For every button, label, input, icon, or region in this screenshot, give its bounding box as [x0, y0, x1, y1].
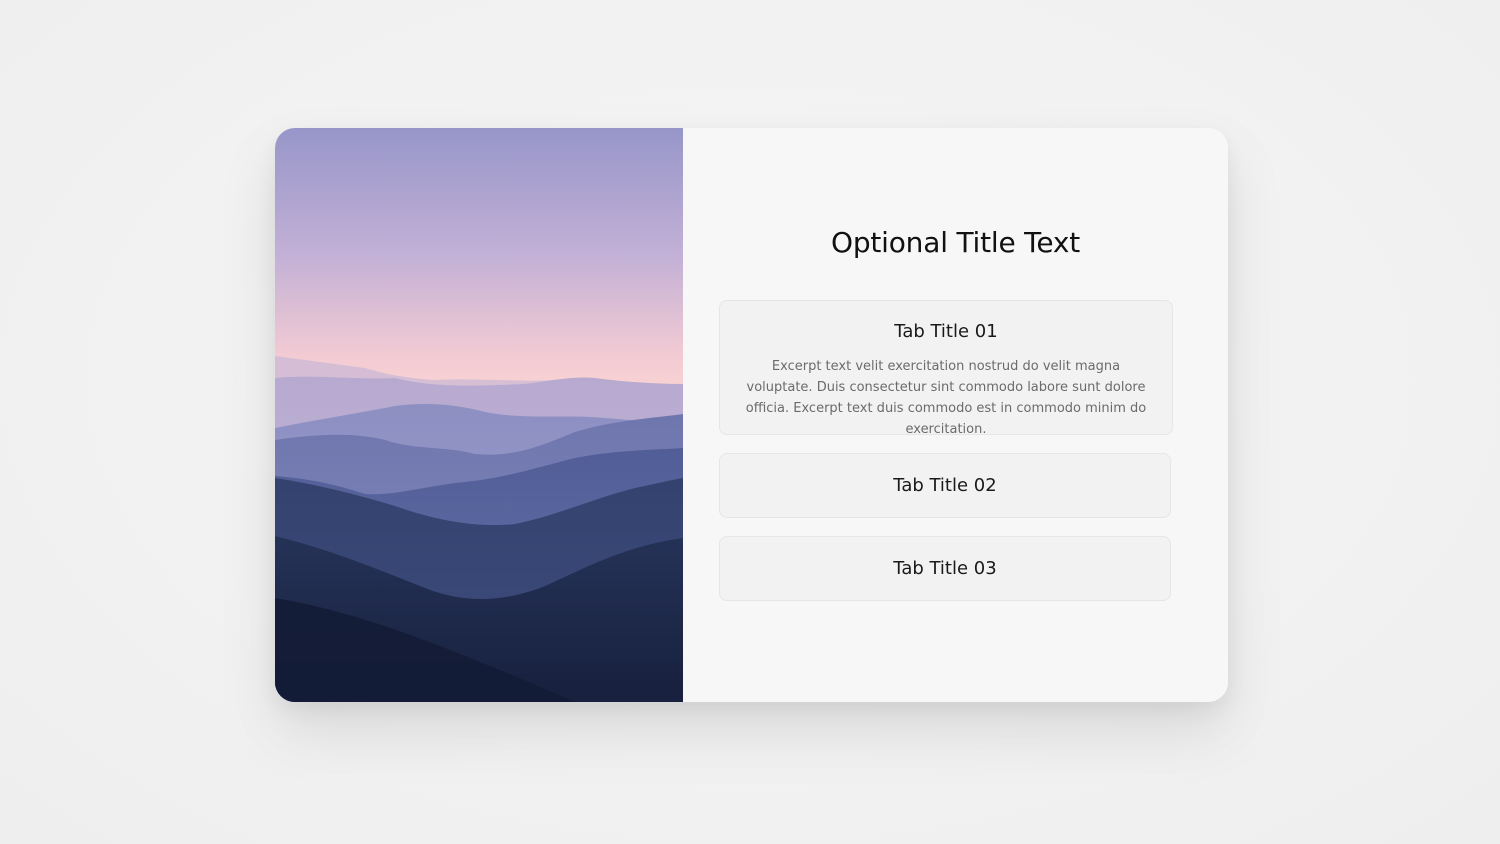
tabs-card: Optional Title Text Tab Title 01 Excerpt… [275, 128, 1228, 702]
tab-title: Tab Title 02 [893, 475, 997, 496]
content-pane: Optional Title Text Tab Title 01 Excerpt… [683, 128, 1228, 702]
hero-image [275, 128, 683, 702]
tab-02[interactable]: Tab Title 02 [719, 453, 1171, 518]
tab-01[interactable]: Tab Title 01 Excerpt text velit exercita… [719, 300, 1173, 437]
tab-title: Tab Title 03 [893, 558, 997, 579]
page-title: Optional Title Text [830, 226, 1081, 259]
tab-list: Tab Title 01 Excerpt text velit exercita… [719, 300, 1173, 601]
tab-title: Tab Title 01 [894, 321, 998, 342]
tab-03[interactable]: Tab Title 03 [719, 536, 1171, 601]
tab-excerpt: Excerpt text velit exercitation nostrud … [745, 359, 1147, 437]
mountain-landscape-image [275, 128, 683, 702]
page-background: Optional Title Text Tab Title 01 Excerpt… [0, 0, 1500, 844]
